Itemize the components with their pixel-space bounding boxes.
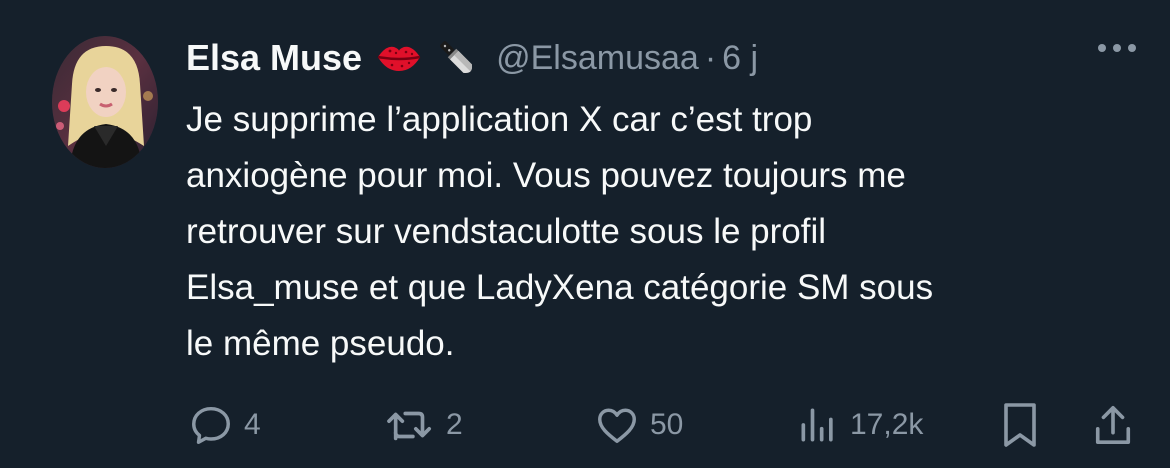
knife-icon: [436, 35, 478, 81]
tweet-header: Elsa Muse @Elsamusaa · 6 j: [186, 32, 758, 84]
retweet-button[interactable]: 2: [386, 398, 463, 452]
bookmark-button[interactable]: [1000, 398, 1040, 452]
author-handle[interactable]: @Elsamusaa: [496, 39, 699, 78]
bookmark-icon: [1000, 400, 1040, 450]
reply-button[interactable]: 4: [188, 398, 261, 452]
header-separator: ·: [704, 38, 717, 77]
retweet-count: 2: [446, 408, 463, 441]
analytics-icon: [796, 402, 840, 448]
tweet-card[interactable]: Elsa Muse @Elsamusaa · 6 j Je supprime l…: [0, 0, 1170, 468]
lips-icon: [376, 41, 422, 75]
avatar[interactable]: [52, 36, 158, 168]
share-button[interactable]: [1092, 398, 1134, 452]
views-button[interactable]: 17,2k: [796, 398, 923, 452]
share-icon: [1092, 401, 1134, 449]
more-dot-icon: [1128, 44, 1136, 52]
like-button[interactable]: 50: [594, 398, 683, 452]
tweet-actions: 4 2 50 17,2k: [0, 398, 1170, 452]
reply-count: 4: [244, 408, 261, 441]
more-dot-icon: [1098, 44, 1106, 52]
retweet-icon: [386, 402, 436, 448]
tweet-timestamp[interactable]: 6 j: [722, 39, 758, 78]
like-count: 50: [650, 408, 684, 441]
more-dot-icon: [1113, 44, 1121, 52]
tweet-text: Je supprime l’application X car c’est tr…: [186, 100, 934, 363]
more-options-button[interactable]: [1098, 44, 1136, 52]
view-count: 17,2k: [850, 408, 924, 441]
heart-icon: [594, 402, 640, 448]
author-display-name[interactable]: Elsa Muse: [186, 37, 362, 79]
reply-icon: [188, 402, 234, 448]
